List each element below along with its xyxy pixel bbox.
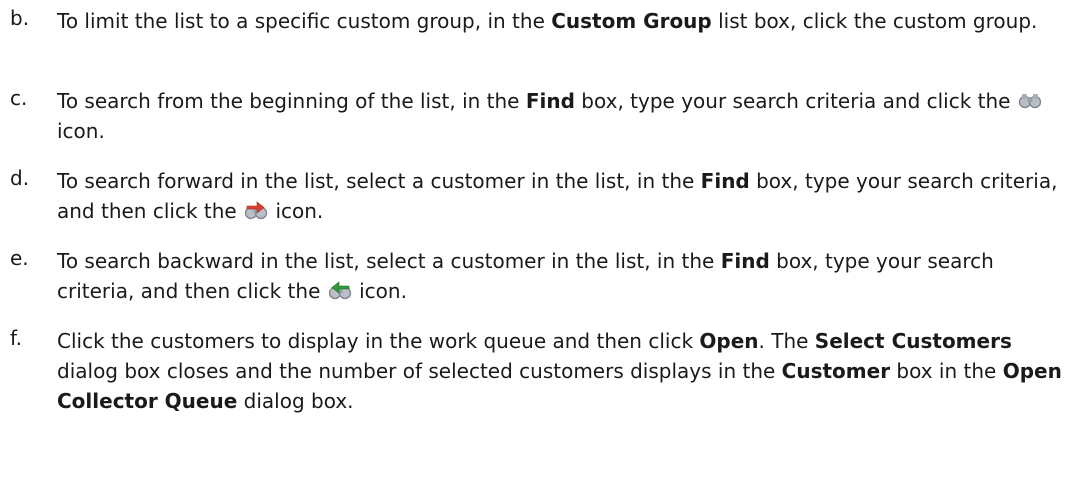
binoculars-backward-green-icon: [327, 279, 353, 301]
list-item-letter: e.: [10, 246, 29, 270]
list-item-text: Click the customers to display in the wo…: [57, 329, 1062, 413]
list-item-letter: d.: [10, 166, 30, 190]
bold-term: Find: [720, 249, 770, 273]
list-item-text: To limit the list to a specific custom g…: [57, 9, 1038, 33]
bold-term: Find: [525, 89, 575, 113]
bold-term: Select Customers: [814, 329, 1012, 353]
list-item-letter: f.: [10, 326, 22, 350]
list-item-text: To search backward in the list, select a…: [57, 249, 994, 303]
list-item-text: To search from the beginning of the list…: [57, 86, 1069, 146]
list-item-text: To search forward in the list, select a …: [57, 169, 1058, 223]
instruction-list: b. To limit the list to a specific custo…: [0, 0, 1079, 487]
bold-term: Open: [699, 329, 759, 353]
bold-term: Customer: [781, 359, 891, 383]
list-item-letter: b.: [10, 6, 30, 30]
list-item-letter: c.: [10, 86, 28, 110]
binoculars-forward-red-icon: [243, 199, 269, 221]
bold-term: Custom Group: [551, 9, 712, 33]
bold-term: Find: [700, 169, 750, 193]
binoculars-icon: [1017, 89, 1043, 111]
